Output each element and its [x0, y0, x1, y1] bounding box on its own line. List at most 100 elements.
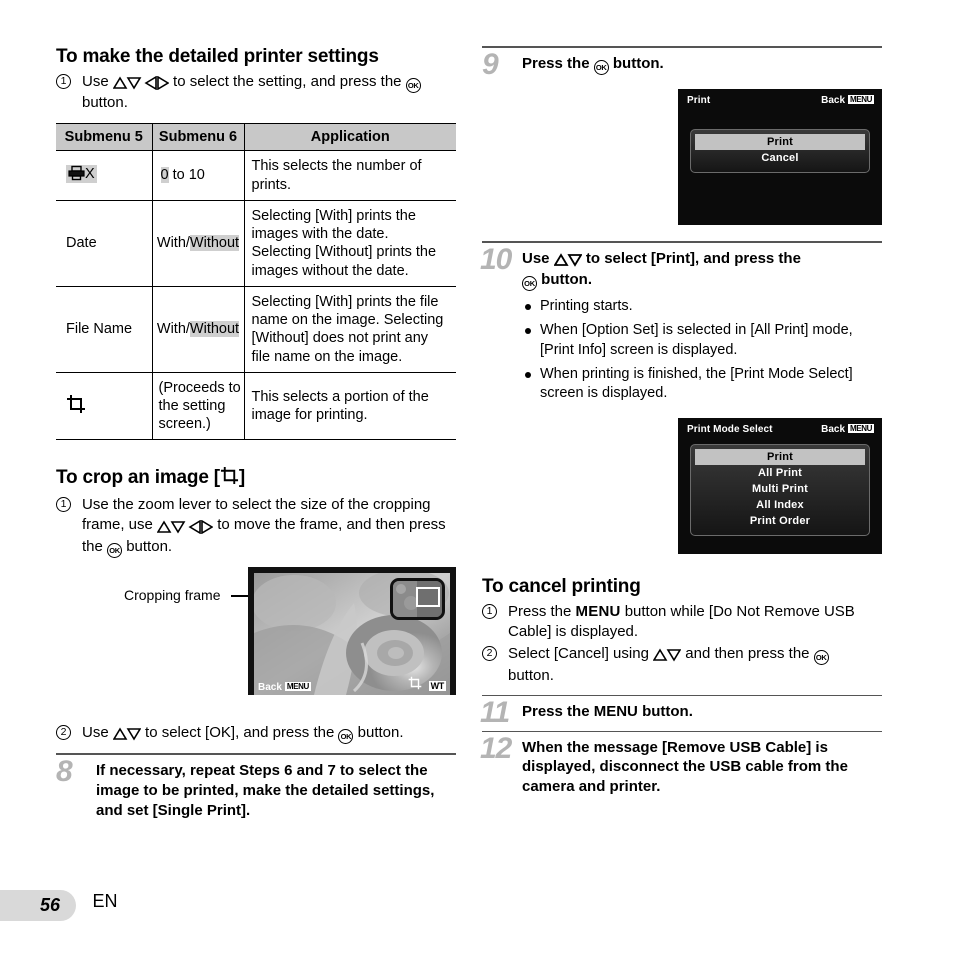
cell-submenu6-plain: With/	[156, 235, 190, 252]
section-title-crop-image: To crop an image []	[56, 466, 456, 491]
ok-button-icon: OK	[593, 60, 609, 75]
step-11-text-post: button.	[642, 702, 693, 720]
menu-item-print[interactable]: Print	[695, 448, 865, 465]
menu-badge: MENU	[848, 95, 874, 104]
list-item: 1 Use to select the setting, and press t…	[56, 72, 456, 114]
updown-arrows-icon	[112, 724, 142, 744]
menu-button-label: MENU	[575, 602, 621, 620]
crop-icon	[66, 394, 86, 419]
section-title-cancel-printing: To cancel printing	[482, 575, 641, 597]
step-number-1: 1	[56, 73, 71, 89]
crop-steps: 1 Use the zoom lever to select the size …	[56, 495, 456, 558]
crop-icon	[408, 676, 425, 693]
step-10-text-post: button.	[541, 270, 592, 288]
menu-item-all-index[interactable]: All Index	[695, 497, 865, 513]
divider	[482, 241, 882, 243]
cell-submenu5-text: X	[85, 165, 95, 182]
step-8-number: 8	[56, 755, 73, 789]
menu-item-cancel[interactable]: Cancel	[695, 150, 865, 166]
step-number-1: 1	[482, 603, 497, 619]
lcd-zoom-control: WT	[408, 676, 446, 693]
menu-badge: MENU	[848, 423, 874, 433]
cell-submenu6-text: (Proceeds to the setting screen.)	[158, 380, 241, 433]
section-title-post: ]	[238, 467, 246, 489]
step-10-text-mid: to select [Print], and press the	[585, 250, 801, 267]
column-header-submenu5: Submenu 5	[56, 123, 153, 152]
cell-application: Selecting [With] prints the file name on…	[243, 285, 456, 374]
left-column-lower: 2 Use to select [OK], and press the OK b…	[56, 723, 456, 821]
camera-lcd-preview: Back MENU WT	[248, 567, 456, 695]
menu-item-print[interactable]: Print	[695, 134, 865, 150]
step-9-text: Press the OK button.	[522, 52, 882, 75]
list-item: When [Option Set] is selected in [All Pr…	[522, 321, 882, 360]
step-9: 9 Press the OK button.	[482, 48, 882, 81]
list-item: 2 Use to select [OK], and press the OK b…	[56, 723, 456, 744]
cell-submenu6-highlight: 0	[160, 167, 169, 184]
crop-steps-continued: 2 Use to select [OK], and press the OK b…	[56, 723, 456, 744]
step-number-1: 1	[56, 497, 71, 513]
cell-application: This selects a portion of the image for …	[243, 371, 456, 441]
step-text-pre: Use	[82, 72, 109, 90]
step-9-number: 9	[482, 48, 499, 81]
menu-badge: MENU	[284, 682, 311, 691]
step-11-number: 11	[480, 695, 510, 729]
wt-badge: WT	[428, 681, 446, 691]
list-item: When printing is finished, the [Print Mo…	[522, 365, 882, 404]
lcd-status-bar: Back MENU WT	[254, 676, 450, 695]
print-dialog-menu[interactable]: Print Cancel	[690, 129, 870, 173]
cell-submenu6-rest: to 10	[168, 167, 205, 184]
ok-button-icon: OK	[338, 729, 354, 744]
cancel-printing-steps: 1 Press the MENU button while [Do Not Re…	[482, 602, 882, 686]
dialog-back-control: Back MENU	[821, 95, 874, 106]
step-10-bullets: Printing starts. When [Option Set] is se…	[522, 297, 882, 404]
cell-submenu5: Date	[56, 199, 153, 287]
print-mode-menu[interactable]: Print All Print Multi Print All Index Pr…	[690, 443, 870, 536]
crop-thumbnail-inset	[390, 578, 445, 620]
step-10: 10 Use to select [Print], and press the …	[480, 243, 882, 404]
crop-step2-text-b: to select [OK], and press the	[145, 724, 335, 741]
dialog-title: Print	[687, 95, 711, 106]
step-number-2: 2	[482, 646, 497, 662]
list-item: 1 Use the zoom lever to select the size …	[56, 495, 456, 558]
crop-step2-text-a: Use	[82, 724, 109, 741]
step-10-text: Use to select [Print], and press the OK …	[522, 247, 882, 291]
cell-submenu5	[56, 371, 153, 441]
list-item: 2 Select [Cancel] using and then press t…	[482, 644, 882, 686]
step-text-mid: to select the setting, and press the	[173, 72, 402, 90]
ok-button-icon: OK	[522, 275, 537, 291]
step-10-number: 10	[480, 243, 512, 276]
menu-button-label: MENU	[593, 702, 638, 720]
cropping-frame-figure: Cropping frame Back MENU WT	[56, 565, 456, 725]
cell-submenu6-highlight: Without	[189, 235, 240, 252]
crop-icon	[220, 466, 239, 491]
table-row: X 0 to 10 This selects the number of pri…	[56, 150, 456, 201]
back-label: Back	[821, 95, 846, 106]
divider	[482, 46, 882, 48]
section-title-printer-settings: To make the detailed printer settings	[56, 46, 379, 67]
table-row: Date With/Without Selecting [With] print…	[56, 199, 456, 287]
print-mode-select-screenshot: Print Mode Select Back MENU Print All Pri…	[678, 417, 882, 554]
cell-submenu6: With/Without	[151, 199, 245, 287]
menu-item-print-order[interactable]: Print Order	[695, 513, 865, 529]
cell-submenu5: File Name	[56, 285, 153, 374]
ok-button-icon: OK	[107, 542, 123, 558]
printer-settings-steps: 1 Use to select the setting, and press t…	[56, 72, 456, 114]
table-row: (Proceeds to the setting screen.) This s…	[56, 371, 456, 441]
list-item: Printing starts.	[522, 297, 882, 316]
cell-submenu6: 0 to 10	[151, 150, 245, 201]
step-10-text-pre: Use	[522, 250, 550, 267]
page-footer: 56 EN	[0, 890, 118, 924]
dialog-back-control: Back MENU	[821, 423, 874, 435]
column-header-application: Application	[243, 123, 456, 152]
crop-step2-text-c: button.	[357, 724, 404, 741]
step-9-text-pre: Press the	[522, 55, 590, 72]
step-12-number: 12	[480, 731, 512, 765]
menu-item-all-print[interactable]: All Print	[695, 465, 865, 481]
printer-icon	[68, 165, 85, 186]
cell-submenu6-plain: With/	[156, 321, 190, 338]
cancel-step2-c: button.	[508, 666, 554, 684]
dpad-arrows-icon	[112, 73, 170, 93]
menu-item-multi-print[interactable]: Multi Print	[695, 481, 865, 497]
right-column: 9 Press the OK button. Print Back MENU Pr…	[480, 46, 882, 797]
step-12: 12 When the message [Remove USB Cable] i…	[480, 732, 882, 797]
